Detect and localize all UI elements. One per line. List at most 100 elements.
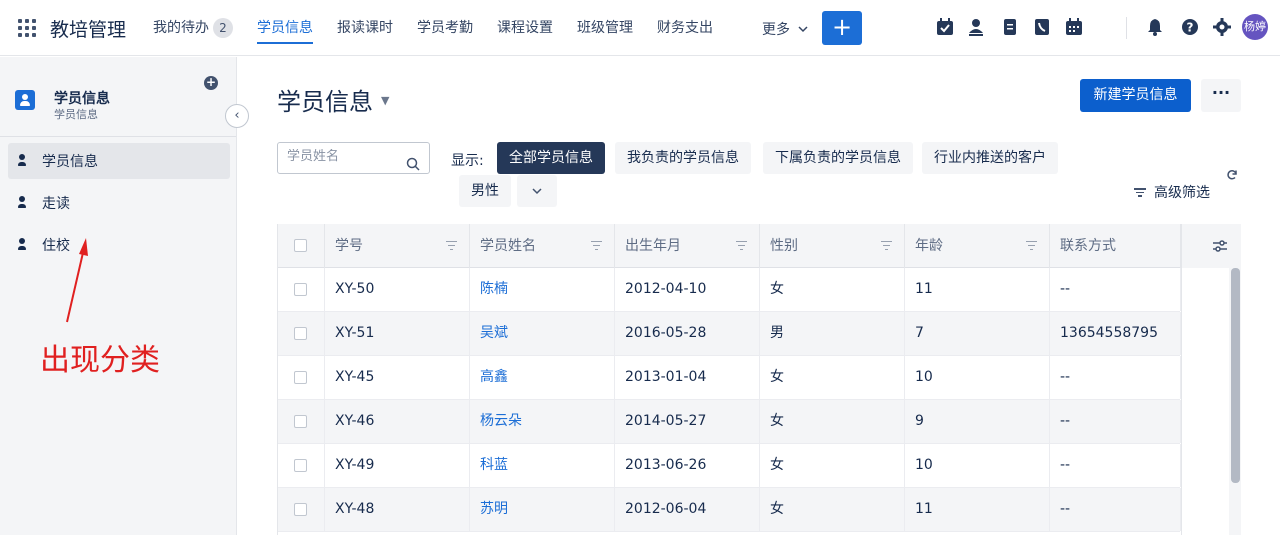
scrollbar-thumb[interactable] [1231,268,1240,483]
column-header-birth-date[interactable]: 出生年月 [615,224,760,268]
advanced-filter-button[interactable]: 高级筛选 [1134,182,1210,202]
nav-item-todo[interactable]: 我的待办 2 [153,0,233,56]
cell-student-name-link[interactable]: 陈楠 [470,268,615,311]
table-row[interactable]: XY-48 苏明 2012-06-04 女 11 -- [278,488,1181,532]
cell-gender: 女 [760,356,905,399]
more-actions-button[interactable]: ··· [1201,79,1241,112]
refresh-icon[interactable] [1226,169,1238,181]
column-header-student-name[interactable]: 学员姓名 [470,224,615,268]
search-icon[interactable] [406,157,420,171]
sidebar-item-day-student[interactable]: 走读 [8,185,230,221]
sliders-icon [1213,240,1227,252]
student-card-icon [15,90,35,110]
cell-gender: 女 [760,400,905,443]
table-row[interactable]: XY-49 科蓝 2013-06-26 女 10 -- [278,444,1181,488]
filter-male[interactable]: 男性 [459,175,511,207]
nav-item-enrolled-hours[interactable]: 报读课时 [337,0,393,56]
cell-student-name-link[interactable]: 杨云朵 [470,400,615,443]
column-header-gender[interactable]: 性别 [760,224,905,268]
nav-item-student-info[interactable]: 学员信息 [257,0,313,56]
table-scrollbar[interactable] [1229,268,1241,535]
table-row[interactable]: XY-45 高鑫 2013-01-04 女 10 -- [278,356,1181,400]
row-select-cell [278,268,325,311]
column-settings-button[interactable] [1181,224,1241,268]
cell-student-name-link[interactable]: 苏明 [470,488,615,531]
document-icon[interactable] [1000,17,1020,37]
row-checkbox[interactable] [294,503,307,516]
phone-book-icon[interactable] [1032,17,1052,37]
column-header-student-id[interactable]: 学号 [325,224,470,268]
filter-all-students[interactable]: 全部学员信息 [497,142,605,174]
sidebar-collapse-button[interactable]: ‹ [225,104,249,128]
cell-student-id: XY-45 [325,356,470,399]
row-select-cell [278,400,325,443]
filter-my-students[interactable]: 我负责的学员信息 [615,142,751,174]
nav-item-attendance[interactable]: 学员考勤 [417,0,473,56]
new-student-button[interactable]: 新建学员信息 [1080,79,1191,112]
cell-age: 11 [905,488,1050,531]
column-filter-icon[interactable] [591,241,602,250]
user-icon[interactable] [966,17,986,37]
cell-student-name-link[interactable]: 科蓝 [470,444,615,487]
sidebar-add-icon[interactable]: + [204,76,218,90]
nav-item-class-management[interactable]: 班级管理 [577,0,633,56]
chevron-down-icon [798,26,808,33]
column-filter-icon[interactable] [1026,241,1037,250]
row-select-cell [278,488,325,531]
page-title[interactable]: 学员信息 ▼ [277,82,389,117]
filter-industry-pushed[interactable]: 行业内推送的客户 [922,142,1058,174]
cell-student-name-link[interactable]: 吴斌 [470,312,615,355]
cell-gender: 女 [760,444,905,487]
sidebar-item-boarding[interactable]: 住校 [8,227,230,263]
column-header-label: 年龄 [915,238,943,254]
bell-icon[interactable] [1145,17,1165,37]
column-filter-icon[interactable] [446,241,457,250]
search-input[interactable] [287,149,397,164]
person-icon [18,154,26,168]
cell-gender: 男 [760,312,905,355]
cell-gender: 女 [760,268,905,311]
cell-contact: -- [1050,444,1181,487]
row-checkbox[interactable] [294,415,307,428]
cell-gender: 女 [760,488,905,531]
cell-age: 9 [905,400,1050,443]
app-title: 教培管理 [50,19,127,41]
calendar-check-icon[interactable] [935,17,955,37]
user-avatar[interactable]: 杨婷 [1242,14,1268,40]
table-row[interactable]: XY-50 陈楠 2012-04-10 女 11 -- [278,268,1181,312]
calendar-icon[interactable] [1064,17,1084,37]
sidebar-item-label: 学员信息 [42,154,98,170]
nav-more-menu[interactable]: 更多 [762,19,808,39]
students-table: 学号 学员姓名 出生年月 性别 年龄 联系方式 XY-50 陈楠 2012-04… [277,224,1241,535]
row-checkbox[interactable] [294,371,307,384]
quick-add-button[interactable]: + [822,11,862,45]
row-checkbox[interactable] [294,459,307,472]
select-all-checkbox[interactable] [294,239,307,252]
column-filter-icon[interactable] [736,241,747,250]
toolbar-divider [1126,17,1127,39]
row-checkbox[interactable] [294,327,307,340]
svg-text:?: ? [1187,21,1194,35]
filter-icon [1134,187,1146,197]
nav-item-finance[interactable]: 财务支出 [657,0,713,56]
search-field[interactable] [277,142,430,174]
column-filter-icon[interactable] [881,241,892,250]
nav-item-course-settings[interactable]: 课程设置 [497,0,553,56]
table-row[interactable]: XY-51 吴斌 2016-05-28 男 7 13654558795 [278,312,1181,356]
row-checkbox[interactable] [294,283,307,296]
cell-birth-date: 2013-06-26 [615,444,760,487]
column-header-contact[interactable]: 联系方式 [1050,224,1181,268]
filter-subordinate-students[interactable]: 下属负责的学员信息 [763,142,913,174]
help-icon[interactable]: ? [1180,17,1200,37]
page-title-text: 学员信息 [277,88,373,116]
app-launcher-icon[interactable] [18,19,36,37]
column-header-label: 学号 [335,238,363,254]
advanced-filter-label: 高级筛选 [1154,185,1210,201]
sidebar-title: 学员信息 [54,91,110,107]
sidebar-item-student-info[interactable]: 学员信息 [8,143,230,179]
column-header-age[interactable]: 年龄 [905,224,1050,268]
filter-expand-button[interactable] [517,175,557,207]
table-row[interactable]: XY-46 杨云朵 2014-05-27 女 9 -- [278,400,1181,444]
gear-icon[interactable] [1212,17,1232,37]
cell-student-name-link[interactable]: 高鑫 [470,356,615,399]
